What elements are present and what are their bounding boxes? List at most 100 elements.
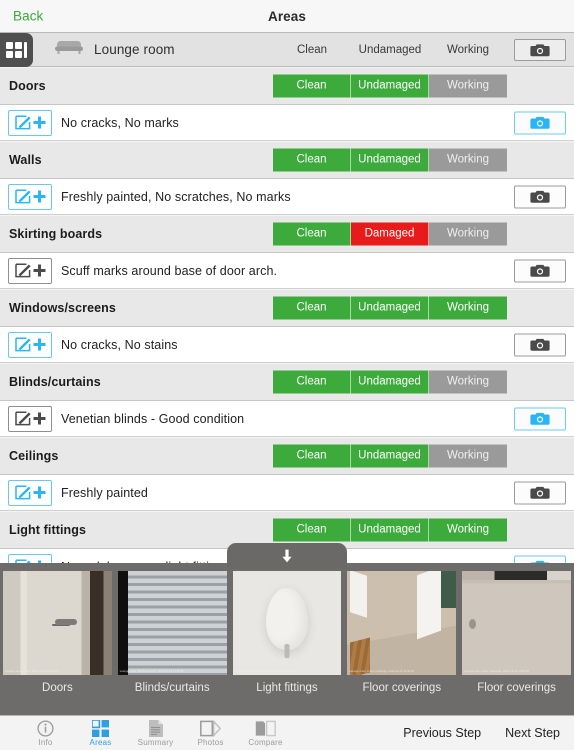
tab-summary[interactable]: Summary [128,716,183,750]
edit-note-button[interactable] [8,183,52,210]
camera-icon [530,116,550,129]
photo-timestamp-overlay: Lounge room, Doors, 2013-12-13 14:30:11 [5,670,58,673]
status-working[interactable]: Working [429,74,507,98]
status-undamaged[interactable]: Undamaged [351,74,429,98]
grid-view-button[interactable] [0,32,33,67]
camera-icon [530,412,550,425]
edit-note-button[interactable] [8,331,52,358]
column-header-clean: Clean [296,44,328,56]
area-item: Skirting boards Clean Damaged Working Scuf… [0,215,574,289]
edit-icon [14,485,31,500]
photo-thumbnail[interactable]: Lounge room, Floor coverings, 2013-12-13… [344,571,459,694]
photo-thumbnail[interactable]: Lounge room, Light fittings, 2013-12-13 … [230,571,345,694]
area-items-list: Doors Clean Undamaged Working No cracks, N… [0,67,574,585]
back-button[interactable]: Back [13,9,43,24]
photo-thumbnail[interactable]: Lounge room, Blinds/curtains, 2013-12-13… [115,571,230,694]
item-camera-button[interactable] [514,259,566,282]
status-undamaged[interactable]: Undamaged [351,518,429,542]
photo-thumbnail-image[interactable]: Lounge room, Doors, 2013-12-13 14:30:11 [3,571,112,675]
area-item-note: Freshly painted [61,485,148,500]
photo-thumbnail-image[interactable]: Lounge room, Blinds/curtains, 2013-12-13… [117,571,227,675]
area-item-label: Walls [9,153,42,167]
status-segmented-control[interactable]: Clean Undamaged Working [273,148,507,172]
status-clean[interactable]: Clean [273,74,351,98]
edit-icon [14,263,31,278]
status-clean[interactable]: Clean [273,222,351,246]
edit-note-button[interactable] [8,479,52,506]
area-item-header: Windows/screens Clean Undamaged Working [0,289,574,327]
status-undamaged[interactable]: Undamaged [351,148,429,172]
item-camera-button[interactable] [514,481,566,504]
edit-note-button[interactable] [8,405,52,432]
edit-note-button[interactable] [8,109,52,136]
document-icon [148,719,164,737]
status-working[interactable]: Working [429,444,507,468]
status-undamaged[interactable]: Undamaged [351,296,429,320]
room-header-row: Lounge room Clean Undamaged Working [0,32,574,67]
tab-areas[interactable]: Areas [73,716,128,750]
tab-summary-label: Summary [137,737,174,747]
area-item-header: Doors Clean Undamaged Working [0,67,574,105]
status-damaged[interactable]: Damaged [351,222,429,246]
photo-timestamp-overlay: Lounge room, Light fittings, 2013-12-13 … [234,670,296,673]
edit-icon [14,411,31,426]
photo-thumbnail-strip[interactable]: Lounge room, Doors, 2013-12-13 14:30:11 … [0,571,574,715]
tab-photos[interactable]: Photos [183,716,238,750]
bottom-tab-bar: Info Areas Summary Photos Compare Previo… [0,715,574,750]
area-item-header: Ceilings Clean Undamaged Working [0,437,574,475]
photo-thumbnail-image[interactable]: Lounge room, Light fittings, 2013-12-13 … [232,571,342,675]
photo-thumbnail[interactable]: Lounge room, Floor coverings, 2013-12-13… [459,571,574,694]
plus-icon [33,264,45,277]
previous-step-button[interactable]: Previous Step [403,726,481,740]
status-segmented-control[interactable]: Clean Undamaged Working [273,444,507,468]
status-working[interactable]: Working [429,518,507,542]
status-clean[interactable]: Clean [273,370,351,394]
camera-icon [530,338,550,351]
photo-thumbnail-image[interactable]: Lounge room, Floor coverings, 2013-12-13… [462,571,571,675]
grid-icon [92,719,109,737]
room-camera-button[interactable] [514,38,566,61]
status-segmented-control[interactable]: Clean Undamaged Working [273,74,507,98]
tab-info[interactable]: Info [18,716,73,750]
photo-timestamp-overlay: Lounge room, Floor coverings, 2013-12-13… [349,670,415,673]
status-working[interactable]: Working [429,296,507,320]
drawer-toggle-handle[interactable] [227,543,347,569]
status-clean[interactable]: Clean [273,148,351,172]
status-clean[interactable]: Clean [273,518,351,542]
plus-icon [33,486,45,499]
status-working[interactable]: Working [429,370,507,394]
item-camera-button[interactable] [514,407,566,430]
item-camera-button[interactable] [514,111,566,134]
step-navigation: Previous Step Next Step [403,726,560,740]
status-segmented-control[interactable]: Clean Undamaged Working [273,296,507,320]
tab-photos-label: Photos [197,737,224,747]
status-segmented-control[interactable]: Clean Damaged Working [273,222,507,246]
area-item-note-row: Freshly painted [0,475,574,511]
status-working[interactable]: Working [429,222,507,246]
next-step-button[interactable]: Next Step [505,726,560,740]
item-camera-button[interactable] [514,333,566,356]
area-item-label: Windows/screens [9,301,116,315]
area-item-label: Blinds/curtains [9,375,101,389]
photo-thumbnail-label: Blinds/curtains [134,682,210,694]
plus-icon [33,190,45,203]
photo-drawer: Lounge room, Doors, 2013-12-13 14:30:11 … [0,543,574,715]
status-clean[interactable]: Clean [273,444,351,468]
photo-thumbnail[interactable]: Lounge room, Doors, 2013-12-13 14:30:11 … [0,571,115,694]
tab-info-label: Info [38,737,53,747]
arrow-down-icon [282,549,292,563]
status-undamaged[interactable]: Undamaged [351,370,429,394]
status-segmented-control[interactable]: Clean Undamaged Working [273,518,507,542]
status-undamaged[interactable]: Undamaged [351,444,429,468]
photo-thumbnail-image[interactable]: Lounge room, Floor coverings, 2013-12-13… [347,571,457,675]
tab-compare[interactable]: Compare [238,716,293,750]
item-camera-button[interactable] [514,185,566,208]
photo-timestamp-overlay: Lounge room, Blinds/curtains, 2013-12-13… [119,670,184,673]
status-segmented-control[interactable]: Clean Undamaged Working [273,370,507,394]
edit-note-button[interactable] [8,257,52,284]
status-clean[interactable]: Clean [273,296,351,320]
area-item-label: Ceilings [9,449,59,463]
navigation-bar: Back Areas [0,0,574,33]
status-working[interactable]: Working [429,148,507,172]
edit-icon [14,115,31,130]
